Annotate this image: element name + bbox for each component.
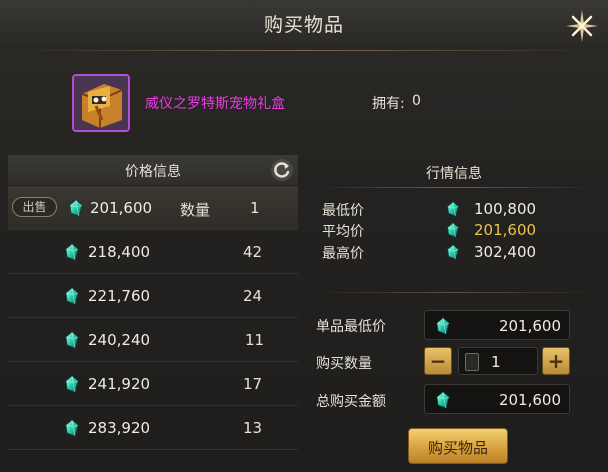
price-value: 221,760	[88, 287, 151, 305]
quantity-value: 1	[250, 199, 260, 217]
crystal-gem-icon	[64, 375, 80, 393]
crystal-gem-icon	[446, 222, 460, 238]
quantity-input-value: 1	[491, 353, 501, 371]
buy-button[interactable]: 购买物品	[408, 428, 508, 464]
item-name: 威仪之罗特斯宠物礼盒	[145, 96, 285, 112]
max-price-value: 302,400	[474, 243, 537, 261]
minus-icon: −	[429, 349, 447, 373]
crystal-gem-icon	[64, 419, 80, 437]
refresh-icon	[271, 159, 293, 181]
total-price-value: 201,600	[498, 391, 561, 409]
sell-tag[interactable]: 出售	[12, 197, 57, 217]
total-price-field: 201,600	[424, 384, 570, 414]
crystal-gem-icon	[68, 199, 84, 217]
unit-min-price-field: 201,600	[424, 310, 570, 340]
price-list-title: 价格信息	[125, 164, 181, 180]
market-divider-bottom	[312, 292, 596, 293]
close-icon	[566, 10, 598, 42]
decrease-quantity-button[interactable]: −	[424, 347, 452, 375]
price-row[interactable]: 221,760 24	[8, 274, 298, 318]
price-row[interactable]: 240,240 11	[8, 318, 298, 362]
dialog-title: 购买物品	[263, 14, 344, 36]
crystal-gem-icon	[64, 331, 80, 349]
unit-min-price-label: 单品最低价	[316, 319, 386, 335]
refresh-button[interactable]	[270, 158, 294, 182]
title-bar: 购买物品	[0, 0, 608, 48]
min-price-value: 100,800	[474, 200, 537, 218]
buy-quantity-label: 购买数量	[316, 356, 372, 372]
quantity-input[interactable]: 1	[458, 347, 538, 375]
market-divider	[312, 187, 596, 188]
unit-min-price-value: 201,600	[498, 317, 561, 335]
crystal-gem-icon	[64, 243, 80, 261]
pet-gift-box-icon	[74, 76, 128, 130]
quantity-value: 17	[243, 375, 263, 393]
calculator-icon[interactable]	[465, 353, 479, 371]
increase-quantity-button[interactable]: +	[542, 347, 570, 375]
price-value: 283,920	[88, 419, 151, 437]
price-list-header: 价格信息	[8, 155, 298, 185]
quantity-value: 24	[243, 287, 263, 305]
price-row[interactable]: 241,920 17	[8, 362, 298, 406]
crystal-gem-icon	[64, 287, 80, 305]
crystal-gem-icon	[446, 201, 460, 217]
total-price-label: 总购买金额	[316, 394, 386, 410]
crystal-gem-icon	[435, 391, 451, 409]
crystal-gem-icon	[435, 317, 451, 335]
price-row[interactable]: 218,400 42	[8, 230, 298, 274]
close-button[interactable]	[562, 6, 602, 46]
buy-item-dialog: 购买物品 威仪之罗特斯宠物礼盒 拥有: 0 价格信息 出售 201,600 数量…	[0, 0, 608, 472]
crystal-gem-icon	[446, 244, 460, 260]
avg-price-value: 201,600	[474, 221, 537, 239]
price-row[interactable]: 283,920 13	[8, 406, 298, 450]
market-info-title: 行情信息	[426, 166, 482, 182]
price-value: 201,600	[90, 199, 153, 217]
plus-icon: +	[547, 349, 565, 373]
price-value: 241,920	[88, 375, 151, 393]
quantity-value: 42	[243, 243, 263, 261]
item-slot[interactable]	[72, 74, 130, 132]
max-price-label: 最高价	[322, 246, 364, 262]
owned-label: 拥有:	[372, 96, 405, 112]
owned-value: 0	[412, 93, 421, 109]
min-price-label: 最低价	[322, 203, 364, 219]
buy-button-label: 购买物品	[427, 439, 488, 457]
price-row[interactable]: 出售 201,600 数量 1	[8, 186, 298, 230]
avg-price-label: 平均价	[322, 224, 364, 240]
quantity-label: 数量	[180, 201, 211, 219]
price-value: 240,240	[88, 331, 151, 349]
quantity-value: 11	[245, 331, 265, 349]
price-value: 218,400	[88, 243, 151, 261]
title-divider	[16, 50, 592, 51]
quantity-value: 13	[243, 419, 263, 437]
